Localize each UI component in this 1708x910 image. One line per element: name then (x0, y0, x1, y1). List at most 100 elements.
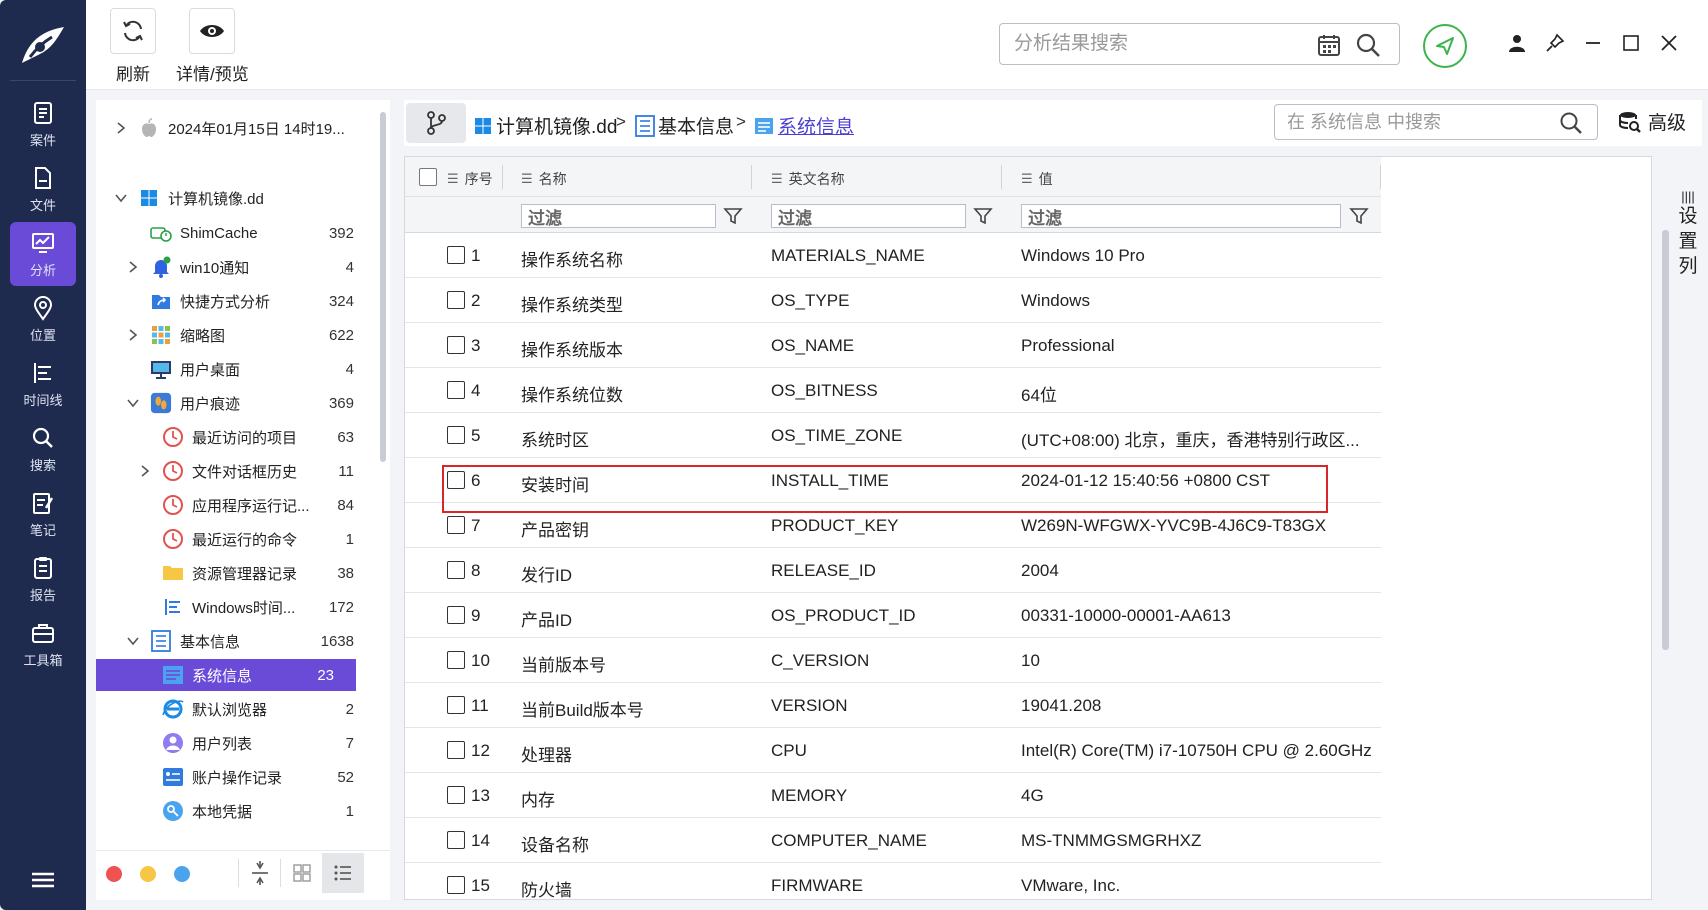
tree-item-app-run-records[interactable]: 应用程序运行记... 84 (96, 489, 376, 521)
column-header-name[interactable]: ☰ 名称 (521, 169, 567, 189)
select-all-checkbox[interactable] (419, 168, 437, 186)
table-row[interactable]: 6 安装时间 INSTALL_TIME 2024-01-12 15:40:56 +08… (405, 458, 1381, 503)
table-row[interactable]: 11 当前Build版本号 VERSION 19041.208 (405, 683, 1381, 728)
tree-item-account-operations[interactable]: 账户操作记录 52 (96, 761, 376, 793)
row-checkbox[interactable] (447, 426, 465, 444)
filter-icon[interactable] (973, 206, 993, 226)
tree-item-file-dialog-history[interactable]: 文件对话框历史 11 (96, 455, 376, 487)
nav-item-analysis[interactable]: 分析 (10, 222, 76, 286)
breadcrumb-item-system-info[interactable]: 系统信息 (754, 112, 854, 139)
tree-item-windows-timeline[interactable]: Windows时间... 172 (96, 591, 376, 623)
row-checkbox[interactable] (447, 741, 465, 759)
row-checkbox[interactable] (447, 291, 465, 309)
tree-item-root[interactable]: 2024年01月15日 14时19... (96, 112, 376, 144)
column-header-no[interactable]: ☰ 序号 (447, 169, 493, 189)
global-search-input[interactable] (1014, 33, 1304, 55)
table-row[interactable]: 15 防火墙 FIRMWARE VMware, Inc. (405, 863, 1381, 899)
tree-item-recent-commands[interactable]: 最近运行的命令 1 (96, 523, 376, 555)
nav-item-location[interactable]: 位置 (10, 287, 76, 351)
tree-scrollbar[interactable] (380, 112, 386, 462)
chevron-down-icon[interactable] (126, 396, 140, 410)
menu-icon[interactable] (30, 870, 56, 890)
row-checkbox[interactable] (447, 516, 465, 534)
nav-item-timeline[interactable]: 时间线 (10, 352, 76, 416)
table-row[interactable]: 5 系统时区 OS_TIME_ZONE (UTC+08:00) 北京，重庆，香港特别行… (405, 413, 1381, 458)
tree-item-shortcut-analysis[interactable]: 快捷方式分析 324 (96, 285, 376, 317)
search-icon[interactable] (1355, 32, 1381, 62)
send-button[interactable] (1423, 24, 1467, 68)
row-checkbox[interactable] (447, 606, 465, 624)
tree-item-recent-items[interactable]: 最近访问的项目 63 (96, 421, 376, 453)
filter-en-name-input[interactable]: 过滤 (771, 204, 966, 228)
advanced-search-button[interactable]: 高级 (1618, 108, 1686, 135)
row-checkbox[interactable] (447, 786, 465, 804)
chevron-right-icon[interactable] (138, 464, 152, 478)
nav-item-file[interactable]: 文件 (10, 157, 76, 221)
table-row[interactable]: 1 操作系统名称 MATERIALS_NAME Windows 10 Pro (405, 233, 1381, 278)
table-row[interactable]: 14 设备名称 COMPUTER_NAME MS-TNMMGSMGRHXZ (405, 818, 1381, 863)
nav-item-search[interactable]: 搜索 (10, 417, 76, 481)
tree-item-user-list[interactable]: 用户列表 7 (96, 727, 376, 759)
row-checkbox[interactable] (447, 336, 465, 354)
preview-button[interactable]: 详情/预览 (176, 8, 249, 85)
breadcrumb-item-image[interactable]: 计算机镜像.dd (474, 112, 617, 139)
row-checkbox[interactable] (447, 876, 465, 894)
list-view-button[interactable] (322, 853, 364, 893)
set-columns-button[interactable]: |||| 设 置 列 (1676, 190, 1700, 279)
tree-item-local-credentials[interactable]: 本地凭据 1 (96, 795, 376, 827)
table-row[interactable]: 13 内存 MEMORY 4G (405, 773, 1381, 818)
row-checkbox[interactable] (447, 831, 465, 849)
tree-item-user-traces[interactable]: 用户痕迹 369 (96, 387, 376, 419)
table-row[interactable]: 3 操作系统版本 OS_NAME Professional (405, 323, 1381, 368)
column-divider[interactable] (502, 165, 503, 189)
blue-dot-icon[interactable] (174, 866, 190, 882)
column-divider[interactable] (1380, 165, 1381, 189)
column-divider[interactable] (751, 165, 752, 189)
column-header-value[interactable]: ☰ 值 (1021, 169, 1053, 189)
table-row[interactable]: 9 产品ID OS_PRODUCT_ID 00331-10000-00001-AA61… (405, 593, 1381, 638)
calendar-icon[interactable] (1317, 33, 1341, 61)
refresh-button[interactable]: 刷新 (110, 8, 156, 85)
maximize-icon[interactable] (1618, 30, 1644, 56)
yellow-dot-icon[interactable] (140, 866, 156, 882)
pin-icon[interactable] (1542, 30, 1568, 56)
filter-name-input[interactable]: 过滤 (521, 204, 716, 228)
grid-view-icon[interactable] (292, 863, 312, 887)
row-checkbox[interactable] (447, 246, 465, 264)
table-row[interactable]: 7 产品密钥 PRODUCT_KEY W269N-WFGWX-YVC9B-4J6C9-… (405, 503, 1381, 548)
table-row[interactable]: 12 处理器 CPU Intel(R) Core(TM) i7-10750H CPU … (405, 728, 1381, 773)
row-checkbox[interactable] (447, 561, 465, 579)
nav-item-case[interactable]: 案件 (10, 92, 76, 156)
red-dot-icon[interactable] (106, 866, 122, 882)
chevron-down-icon[interactable] (126, 634, 140, 648)
table-row[interactable]: 2 操作系统类型 OS_TYPE Windows (405, 278, 1381, 323)
tree-item-shimcache[interactable]: ShimCache 392 (96, 217, 376, 249)
tree-item-user-desktop[interactable]: 用户桌面 4 (96, 353, 376, 385)
column-divider[interactable] (1001, 165, 1002, 189)
close-icon[interactable] (1656, 30, 1682, 56)
filter-value-input[interactable]: 过滤 (1021, 204, 1341, 228)
breadcrumb-item-basic-info[interactable]: 基本信息 (634, 112, 734, 139)
chevron-down-icon[interactable] (114, 191, 128, 205)
row-checkbox[interactable] (447, 381, 465, 399)
tree-item-explorer-records[interactable]: 资源管理器记录 38 (96, 557, 376, 589)
table-row[interactable]: 8 发行ID RELEASE_ID 2004 (405, 548, 1381, 593)
chevron-right-icon[interactable] (114, 121, 128, 135)
filter-icon[interactable] (723, 206, 743, 226)
search-icon[interactable] (1559, 111, 1583, 139)
tree-item-thumbnail[interactable]: 缩略图 622 (96, 319, 376, 351)
tree-item-basic-info[interactable]: 基本信息 1638 (96, 625, 376, 657)
column-header-en-name[interactable]: ☰ 英文名称 (771, 169, 845, 189)
tree-item-image[interactable]: 计算机镜像.dd (96, 182, 376, 214)
table-scrollbar[interactable] (1662, 230, 1669, 650)
nav-item-note[interactable]: 笔记 (10, 482, 76, 546)
user-icon[interactable] (1504, 30, 1530, 56)
tree-item-default-browser[interactable]: 默认浏览器 2 (96, 693, 376, 725)
chevron-right-icon[interactable] (126, 328, 140, 342)
table-row[interactable]: 10 当前版本号 C_VERSION 10 (405, 638, 1381, 683)
local-search-input[interactable] (1287, 111, 1547, 133)
collapse-icon[interactable] (250, 861, 270, 889)
nav-item-toolbox[interactable]: 工具箱 (10, 612, 76, 676)
branch-button[interactable] (406, 103, 466, 143)
nav-item-report[interactable]: 报告 (10, 547, 76, 611)
